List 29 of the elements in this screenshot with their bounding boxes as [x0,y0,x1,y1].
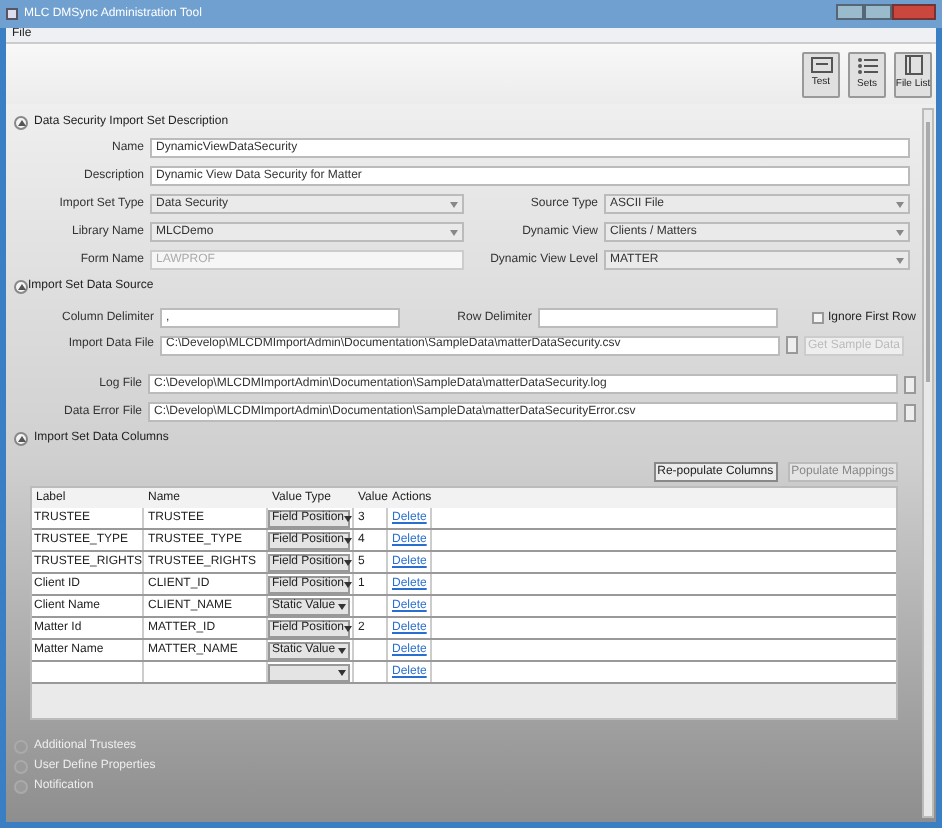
caret-icon [344,559,353,565]
browse-button[interactable] [786,336,798,354]
collapse-toggle[interactable] [14,431,28,445]
caret-icon [338,647,346,653]
caret-icon [344,537,353,543]
caret-icon [896,257,905,263]
caret-icon [344,625,353,631]
expand-toggle[interactable] [14,779,28,793]
input-field[interactable] [538,308,778,328]
dropdown[interactable] [268,663,350,681]
minimize-icon[interactable] [836,4,864,20]
app-icon [6,8,18,20]
close-icon[interactable] [892,4,936,20]
document-icon [903,54,923,77]
caret-icon [338,603,346,609]
caret-icon [450,229,458,235]
collapse-toggle[interactable] [14,279,28,293]
caret-icon [344,581,353,587]
caret-icon [344,515,353,521]
caret-icon [896,229,905,235]
checkbox[interactable] [812,312,824,324]
caret-icon [450,201,458,207]
scrollbar[interactable] [922,108,935,818]
list-icon [855,55,879,76]
caret-icon [896,201,905,207]
caret-icon [338,669,346,675]
window-icon [809,56,833,75]
collapse-toggle[interactable] [14,115,28,129]
maximize-icon[interactable] [864,4,892,20]
